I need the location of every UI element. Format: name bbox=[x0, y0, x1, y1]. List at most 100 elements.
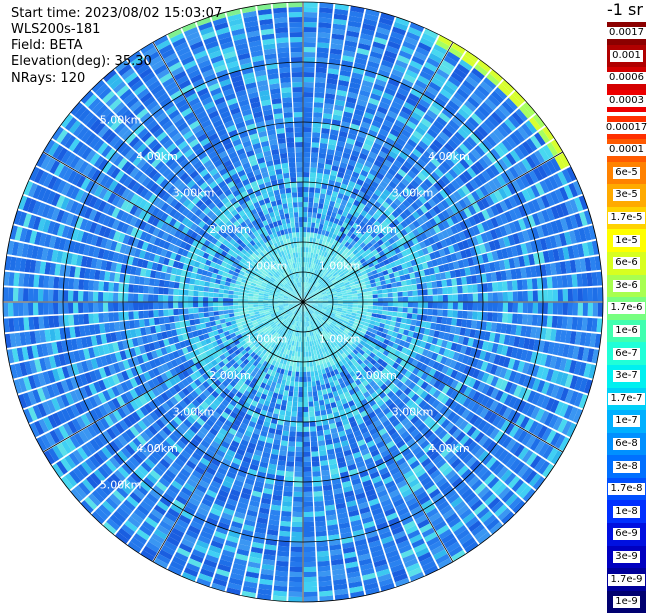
gate-cell bbox=[367, 288, 373, 292]
gate-cell bbox=[300, 352, 303, 357]
gate-cell bbox=[304, 132, 312, 137]
gate-cell bbox=[357, 308, 362, 311]
gate-cell bbox=[277, 465, 285, 471]
gate-cell bbox=[379, 323, 385, 328]
gate-cell bbox=[311, 162, 318, 168]
gate-cell bbox=[316, 526, 327, 532]
gate-cell bbox=[317, 47, 329, 53]
gate-cell bbox=[293, 392, 298, 397]
gate-cell bbox=[296, 442, 303, 447]
gate-cell bbox=[303, 412, 308, 417]
gate-cell bbox=[397, 287, 403, 292]
gate-cell bbox=[381, 285, 387, 290]
gate-cell bbox=[296, 432, 302, 437]
gate-cell bbox=[304, 572, 317, 577]
gate-cell bbox=[299, 372, 303, 377]
gate-cell bbox=[372, 310, 377, 314]
gate-cell bbox=[310, 366, 314, 371]
gate-cell bbox=[447, 287, 453, 294]
gate-cell bbox=[423, 302, 428, 308]
gate-cell bbox=[283, 375, 288, 381]
gate-cell bbox=[304, 22, 317, 27]
gate-cell bbox=[320, 219, 325, 225]
gate-cell bbox=[314, 198, 319, 204]
gate-cell bbox=[296, 367, 300, 372]
gate-cell bbox=[320, 455, 328, 461]
gate-cell bbox=[303, 397, 308, 402]
gate-cell bbox=[448, 303, 453, 310]
gate-cell bbox=[583, 288, 588, 301]
gate-cell bbox=[548, 290, 553, 302]
gate-cell bbox=[328, 303, 333, 305]
gate-cell bbox=[310, 431, 317, 437]
gate-cell bbox=[304, 137, 312, 142]
gate-cell bbox=[319, 400, 325, 406]
gate-cell bbox=[461, 277, 467, 285]
gate-cell bbox=[290, 421, 296, 426]
gate-cell bbox=[321, 410, 327, 416]
gate-cell bbox=[547, 316, 553, 328]
gate-cell bbox=[303, 352, 306, 357]
gate-cell bbox=[466, 276, 472, 284]
gate-cell bbox=[319, 375, 324, 381]
gate-cell bbox=[367, 309, 372, 313]
gate-cell bbox=[383, 293, 388, 297]
gate-cell bbox=[307, 227, 311, 232]
gate-cell bbox=[304, 272, 306, 277]
gate-cell bbox=[318, 370, 322, 376]
gate-cell bbox=[427, 289, 432, 295]
gate-cell bbox=[283, 395, 288, 401]
gate-cell bbox=[358, 296, 363, 299]
gate-cell bbox=[307, 382, 311, 387]
gate-cell bbox=[279, 389, 284, 395]
gate-cell bbox=[320, 138, 328, 144]
gate-cell bbox=[303, 177, 309, 182]
gate-cell bbox=[328, 299, 333, 301]
gate-cell bbox=[285, 411, 291, 417]
gate-cell bbox=[288, 597, 302, 602]
gate-cell bbox=[412, 308, 417, 314]
gate-cell bbox=[304, 72, 315, 77]
gate-cell bbox=[518, 303, 523, 313]
gate-cell bbox=[533, 303, 538, 314]
gate-cell bbox=[376, 314, 382, 318]
gate-cell bbox=[483, 303, 488, 312]
gate-cell bbox=[517, 314, 523, 324]
gate-cell bbox=[357, 293, 362, 296]
gate-cell bbox=[303, 427, 309, 432]
gate-cell bbox=[407, 285, 413, 291]
gate-cell bbox=[582, 318, 588, 331]
gate-cell bbox=[304, 577, 317, 582]
gate-cell bbox=[508, 292, 513, 302]
gate-cell bbox=[319, 581, 332, 587]
gate-cell bbox=[403, 302, 408, 307]
gate-cell bbox=[304, 327, 306, 332]
gate-cell bbox=[363, 302, 368, 305]
gate-cell bbox=[304, 547, 316, 552]
gate-cell bbox=[309, 407, 314, 412]
gate-cell bbox=[458, 303, 463, 310]
gate-cell bbox=[311, 152, 318, 158]
gate-cell bbox=[368, 299, 373, 302]
gate-cell bbox=[319, 450, 327, 456]
gate-cell bbox=[303, 432, 309, 437]
gate-cell bbox=[310, 361, 314, 366]
gate-cell bbox=[296, 437, 303, 442]
gate-cell bbox=[324, 199, 330, 205]
gate-cell bbox=[376, 282, 382, 287]
gate-cell bbox=[309, 197, 314, 202]
gate-cell bbox=[297, 417, 303, 422]
gate-cell bbox=[277, 551, 289, 557]
gate-cell bbox=[317, 561, 330, 567]
gate-cell bbox=[275, 571, 288, 577]
gate-cell bbox=[315, 188, 321, 194]
gate-cell bbox=[357, 290, 362, 294]
gate-cell bbox=[562, 316, 568, 329]
gate-cell bbox=[387, 288, 393, 293]
gate-cell bbox=[324, 378, 329, 384]
gate-cell bbox=[314, 193, 320, 199]
gate-cell bbox=[318, 576, 331, 582]
gate-cell bbox=[308, 207, 313, 212]
gate-cell bbox=[281, 405, 287, 411]
gate-cell bbox=[304, 557, 316, 562]
